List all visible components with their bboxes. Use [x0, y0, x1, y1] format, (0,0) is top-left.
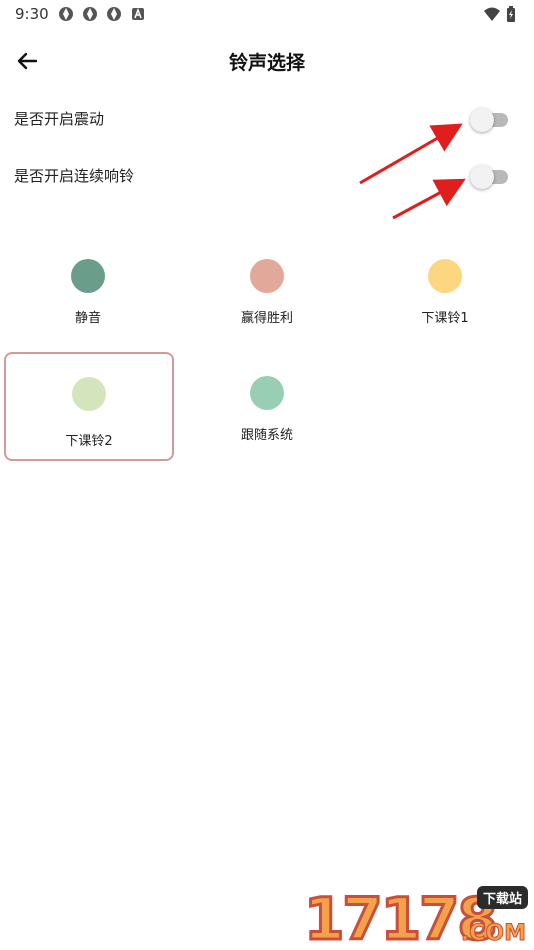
notification-icons: [58, 6, 146, 22]
status-time: 9:30: [15, 5, 49, 23]
ringtone-label: 静音: [74, 311, 101, 326]
ringtone-item-silent[interactable]: 静音: [4, 237, 172, 343]
ringtone-color-dot: [250, 376, 284, 410]
status-bar: 9:30: [0, 0, 534, 28]
annotation-arrows: [359, 123, 466, 220]
toggle-thumb: [470, 108, 494, 132]
ringtone-label: 下课铃2: [65, 434, 113, 449]
ringtone-item-follow-system[interactable]: 跟随系统: [183, 354, 351, 460]
app-notification-icon: [83, 7, 97, 21]
top-bar: 铃声选择: [0, 36, 534, 86]
ringtone-label: 赢得胜利: [240, 311, 293, 326]
ringtone-item-class-bell-1[interactable]: 下课铃1: [361, 237, 529, 343]
watermark-suffix: .COM: [460, 921, 526, 947]
ringtone-color-dot: [428, 259, 462, 293]
ringtone-label: 跟随系统: [240, 428, 293, 443]
ringtone-color-dot: [72, 377, 106, 411]
ringtone-color-dot: [250, 259, 284, 293]
wifi-icon: [484, 7, 500, 21]
a-notification-icon: [132, 7, 144, 20]
toggle-thumb: [470, 165, 494, 189]
continuous-ring-toggle[interactable]: [470, 165, 510, 189]
continuous-ring-setting-label: 是否开启连续响铃: [14, 167, 135, 185]
ringtone-item-class-bell-2[interactable]: 下课铃2: [4, 352, 174, 461]
watermark-tag: 下载站: [476, 886, 528, 909]
app-notification-icon: [59, 7, 73, 21]
battery-icon: [507, 6, 515, 22]
system-icons: [484, 6, 516, 22]
app-notification-icon: [107, 7, 121, 21]
ringtone-color-dot: [71, 259, 105, 293]
ringtone-item-victory[interactable]: 赢得胜利: [183, 237, 351, 343]
continuous-ring-setting-row: 是否开启连续响铃: [0, 157, 534, 197]
site-watermark-logo: 17178 下载站 .COM: [303, 886, 530, 950]
ringtone-label: 下课铃1: [421, 311, 469, 326]
vibrate-setting-row: 是否开启震动: [0, 100, 534, 140]
page-title: 铃声选择: [228, 52, 305, 74]
vibrate-toggle[interactable]: [470, 108, 510, 132]
vibrate-setting-label: 是否开启震动: [14, 110, 105, 128]
